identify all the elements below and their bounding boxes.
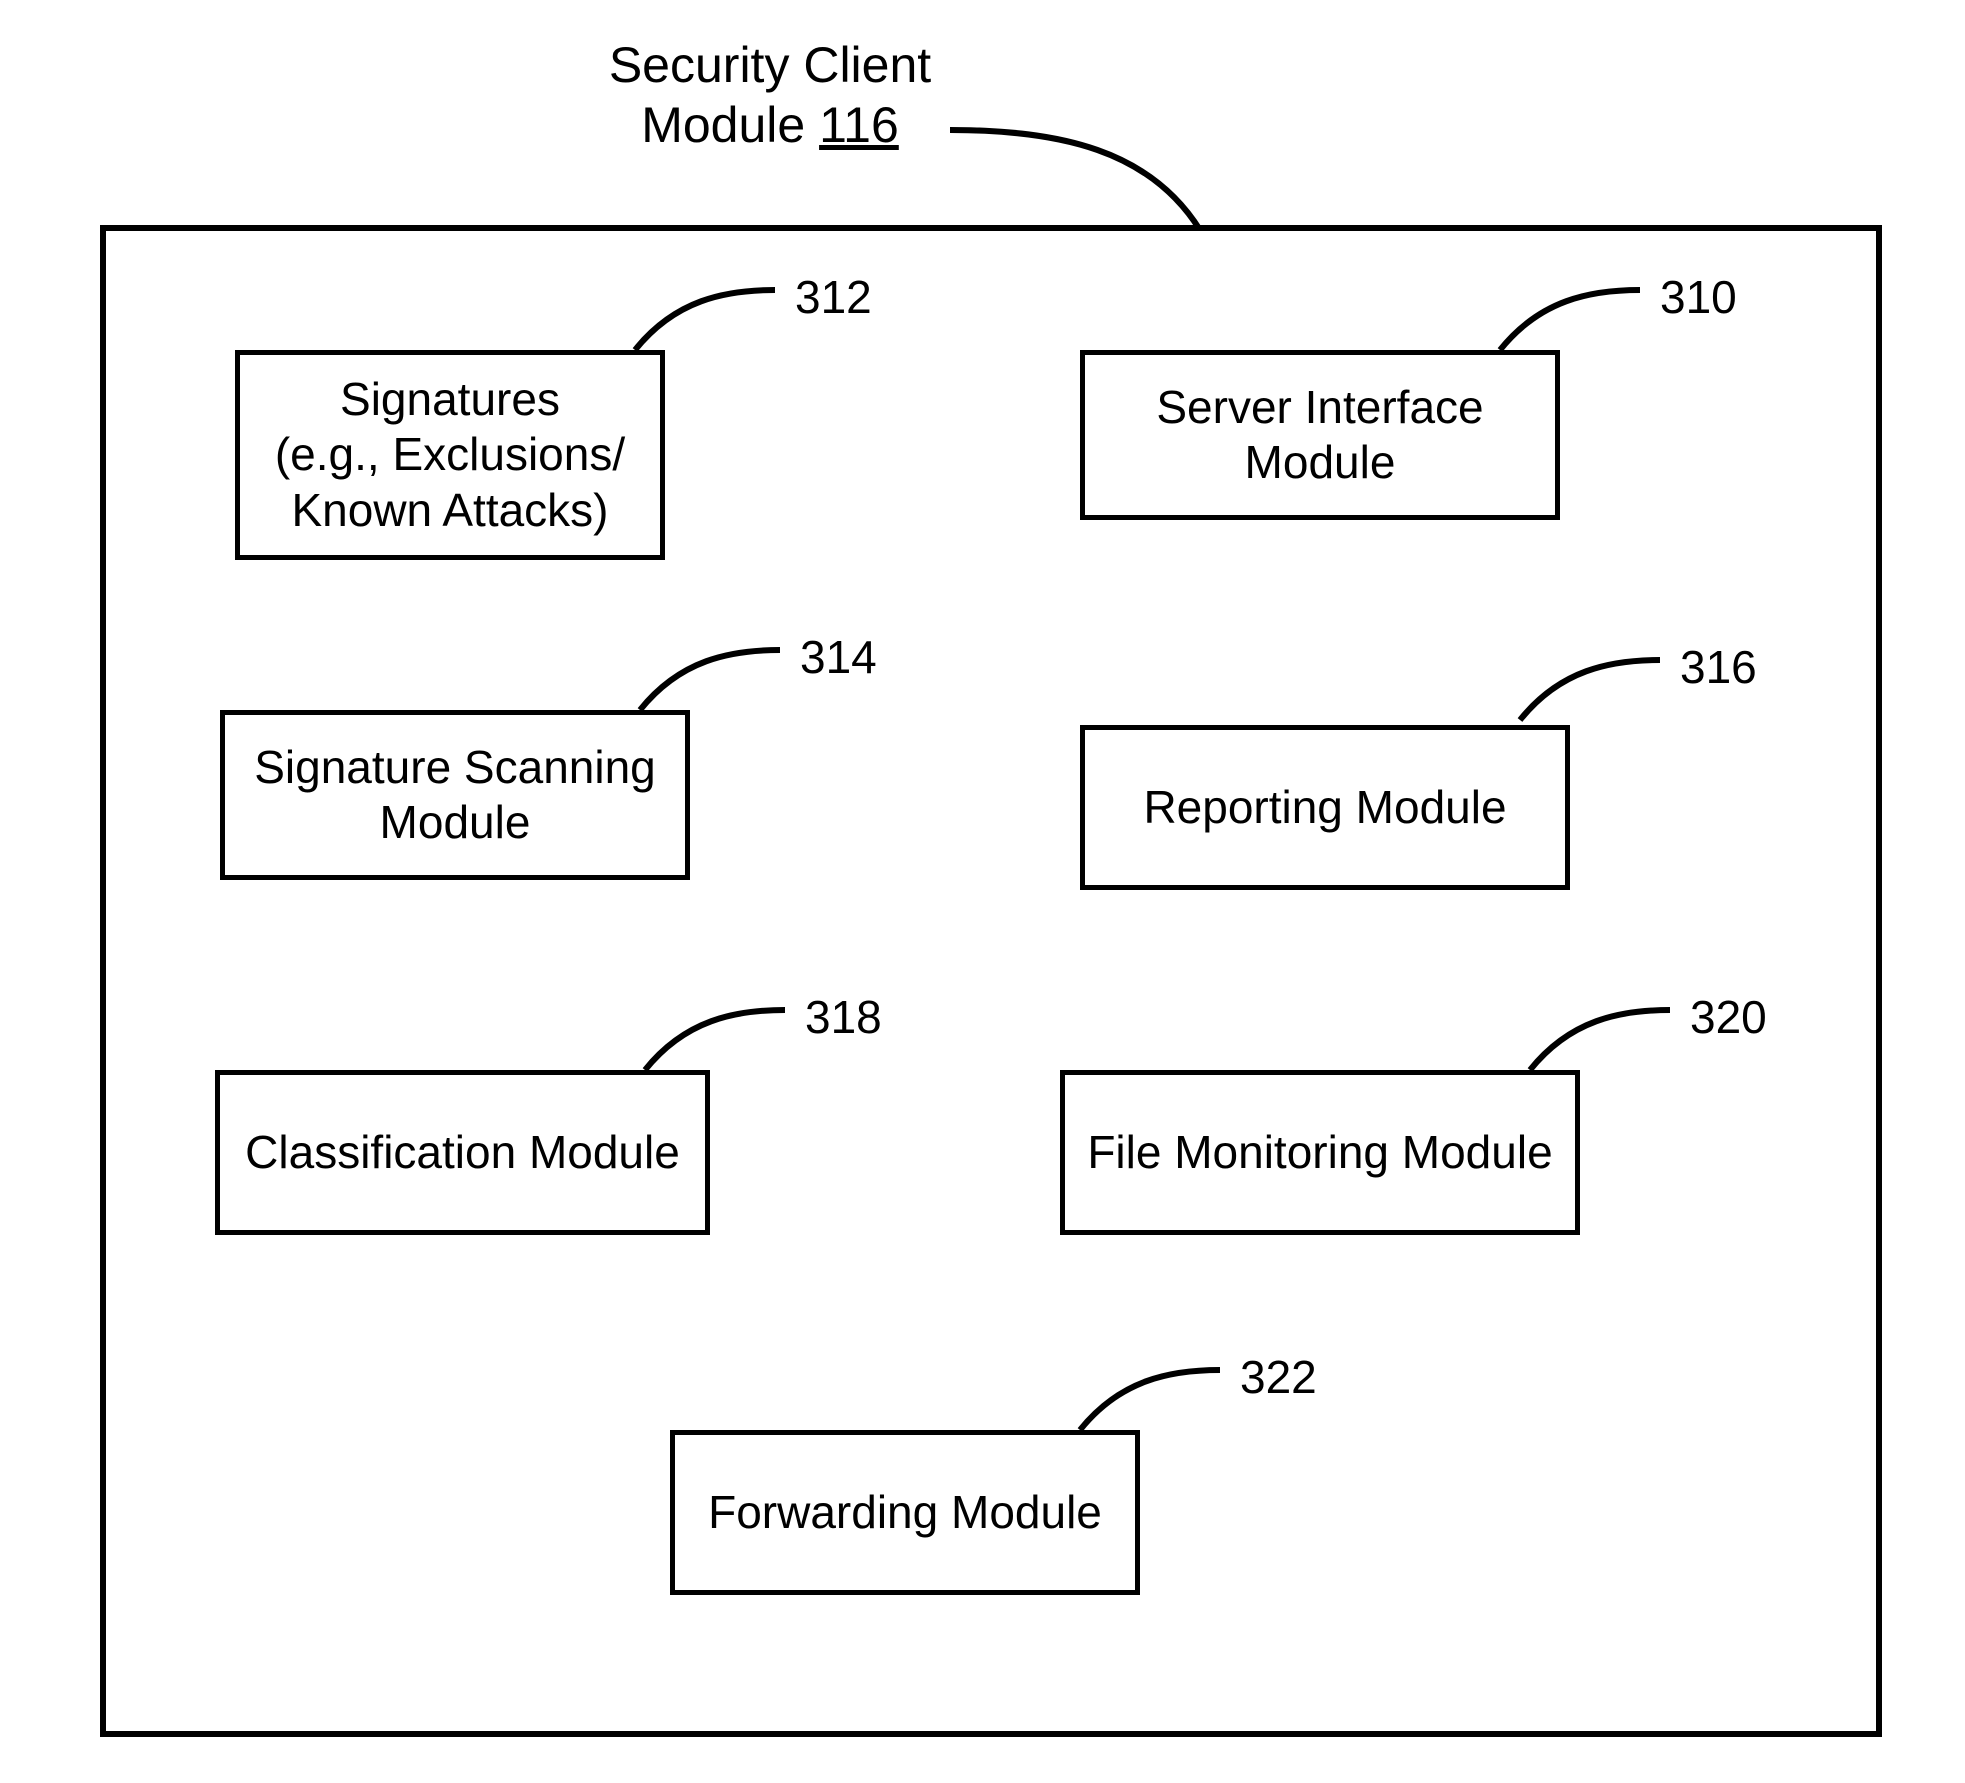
- module-box: Server Interface Module: [1080, 350, 1560, 520]
- title-line2-prefix: Module: [641, 97, 819, 153]
- ref-number: 316: [1680, 640, 1757, 694]
- module-box: Signature Scanning Module: [220, 710, 690, 880]
- module-box: Forwarding Module: [670, 1430, 1140, 1595]
- title-leader-icon: [940, 120, 1220, 240]
- module-file-monitoring: 320 File Monitoring Module: [1060, 1000, 1810, 1300]
- ref-leader-icon: [1070, 1360, 1230, 1440]
- ref-leader-icon: [630, 640, 790, 720]
- module-forwarding: 322 Forwarding Module: [670, 1360, 1420, 1660]
- ref-number: 322: [1240, 1350, 1317, 1404]
- module-signatures: 312 Signatures (e.g., Exclusions/ Known …: [235, 280, 935, 580]
- module-box: Signatures (e.g., Exclusions/ Known Atta…: [235, 350, 665, 560]
- module-line1: Signature Scanning: [254, 741, 656, 793]
- module-line1: Signatures: [340, 373, 560, 425]
- module-line3: Known Attacks): [291, 484, 608, 536]
- module-line2: Module: [1245, 436, 1396, 488]
- module-line1: Server Interface: [1156, 381, 1483, 433]
- ref-leader-icon: [635, 1000, 795, 1080]
- ref-number: 318: [805, 990, 882, 1044]
- ref-leader-icon: [625, 280, 785, 360]
- title-line1: Security Client: [609, 37, 931, 93]
- module-reporting: 316 Reporting Module: [1070, 650, 1820, 950]
- ref-number: 320: [1690, 990, 1767, 1044]
- module-line1: Forwarding Module: [708, 1486, 1102, 1538]
- title-number: 116: [819, 97, 899, 153]
- module-classification: 318 Classification Module: [215, 1000, 965, 1300]
- diagram-canvas: Security Client Module 116 312 Signature…: [0, 0, 1965, 1783]
- module-line2: (e.g., Exclusions/: [275, 428, 625, 480]
- module-line2: Module: [380, 796, 531, 848]
- module-line1: File Monitoring Module: [1087, 1126, 1552, 1178]
- module-line1: Reporting Module: [1143, 781, 1506, 833]
- module-signature-scanning: 314 Signature Scanning Module: [220, 640, 920, 940]
- ref-number: 314: [800, 630, 877, 684]
- module-box: Reporting Module: [1080, 725, 1570, 890]
- ref-leader-icon: [1490, 280, 1650, 360]
- ref-leader-icon: [1510, 650, 1670, 730]
- ref-number: 310: [1660, 270, 1737, 324]
- module-server-interface: 310 Server Interface Module: [1060, 280, 1760, 580]
- module-line1: Classification Module: [245, 1126, 680, 1178]
- module-box: Classification Module: [215, 1070, 710, 1235]
- ref-number: 312: [795, 270, 872, 324]
- ref-leader-icon: [1520, 1000, 1680, 1080]
- module-box: File Monitoring Module: [1060, 1070, 1580, 1235]
